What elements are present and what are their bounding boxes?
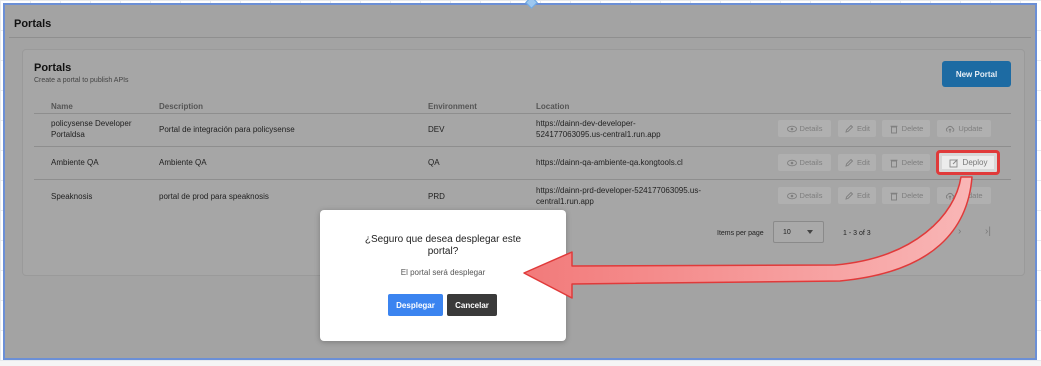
details-label: Details <box>799 191 823 200</box>
pencil-icon <box>845 191 854 200</box>
card-subtitle: Create a portal to publish APIs <box>34 77 129 84</box>
dialog-message: El portal será desplegar <box>400 268 486 277</box>
card-title: Portals <box>34 62 72 74</box>
edit-label: Edit <box>857 191 870 200</box>
edit-button[interactable]: Edit <box>838 187 876 204</box>
eye-icon <box>786 192 797 199</box>
details-label: Details <box>799 124 823 133</box>
row-divider <box>34 146 1011 147</box>
next-page-icon[interactable]: › <box>958 226 961 237</box>
row-name: Ambiente QA <box>51 158 99 167</box>
edit-label: Edit <box>857 124 870 133</box>
items-per-page-value: 10 <box>783 229 791 236</box>
pencil-icon <box>845 158 854 167</box>
column-header-description: Description <box>159 102 204 111</box>
row-environment: PRD <box>428 192 445 201</box>
row-location: https://dainn-qa-ambiente-qa.kongtools.c… <box>536 158 683 167</box>
header-divider <box>34 113 1011 114</box>
details-button[interactable]: Details <box>778 154 831 171</box>
edit-button[interactable]: Edit <box>838 120 876 137</box>
page-bottom-strip <box>0 361 1041 366</box>
pencil-icon <box>845 124 854 133</box>
column-header-name: Name <box>51 102 73 111</box>
column-header-location: Location <box>536 102 570 111</box>
details-button[interactable]: Details <box>778 120 831 137</box>
new-portal-button[interactable]: New Portal <box>942 61 1011 87</box>
deploy-highlight: Deploy <box>936 150 1000 175</box>
edit-label: Edit <box>857 158 870 167</box>
trash-icon <box>890 159 898 167</box>
edit-square-icon <box>949 158 958 167</box>
dialog-title: ¿Seguro que desea desplegar este portal? <box>364 234 522 257</box>
edit-button[interactable]: Edit <box>838 154 876 171</box>
chevron-down-icon <box>807 230 813 234</box>
row-description: Portal de integración para policysense <box>159 125 295 134</box>
cloud-upload-icon <box>946 192 955 200</box>
delete-label: Delete <box>901 158 924 167</box>
pagination-range: 1 - 3 of 3 <box>843 230 871 237</box>
trash-icon <box>890 192 898 200</box>
header-divider <box>9 37 1031 38</box>
confirm-deploy-button[interactable]: Desplegar <box>388 294 443 316</box>
row-environment: DEV <box>428 125 445 134</box>
last-page-icon[interactable]: ›| <box>985 226 991 237</box>
row-description: portal de prod para speaknosis <box>159 192 269 201</box>
eye-icon <box>786 125 797 132</box>
update-button[interactable]: Update <box>937 120 991 137</box>
row-description: Ambiente QA <box>159 158 207 167</box>
row-name: policysense Developer Portaldsa <box>51 119 132 139</box>
deploy-button[interactable]: Deploy <box>942 156 994 169</box>
update-button[interactable]: Update <box>937 187 991 204</box>
details-button[interactable]: Details <box>778 187 831 204</box>
row-location: https://dainn-prd-developer-524177063095… <box>536 186 702 206</box>
items-per-page-label: Items per page <box>717 230 764 237</box>
first-page-icon[interactable]: |‹ <box>930 226 936 237</box>
details-label: Details <box>799 158 823 167</box>
column-header-environment: Environment <box>428 102 477 111</box>
cancel-button[interactable]: Cancelar <box>447 294 497 316</box>
row-name: Speaknosis <box>51 192 93 201</box>
row-location: https://dainn-dev-developer-524177063095… <box>536 119 661 139</box>
trash-icon <box>890 125 898 133</box>
items-per-page-select[interactable]: 10 <box>773 221 824 243</box>
delete-label: Delete <box>901 191 924 200</box>
delete-button[interactable]: Delete <box>882 120 930 137</box>
eye-icon <box>786 159 797 166</box>
page-title: Portals <box>14 18 52 30</box>
update-label: Update <box>958 191 983 200</box>
cloud-upload-icon <box>946 125 955 133</box>
row-divider <box>34 179 1011 180</box>
deploy-label: Deploy <box>962 158 988 167</box>
update-label: Update <box>958 124 983 133</box>
row-environment: QA <box>428 158 440 167</box>
delete-button[interactable]: Delete <box>882 154 930 171</box>
confirm-dialog: ¿Seguro que desea desplegar este portal?… <box>320 210 566 341</box>
delete-button[interactable]: Delete <box>882 187 930 204</box>
delete-label: Delete <box>901 124 924 133</box>
